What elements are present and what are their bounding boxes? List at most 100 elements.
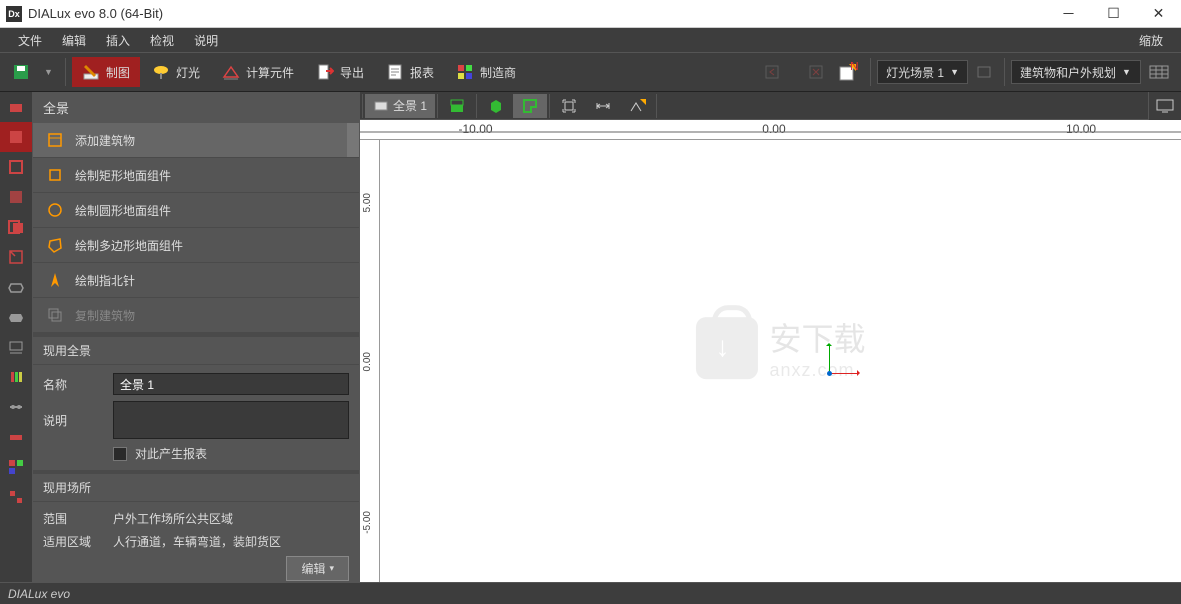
pencil-ruler-icon [82,63,100,81]
project-prev-button[interactable] [758,57,786,87]
new-project-button[interactable]: NEW [832,57,864,87]
tab-export-label: 导出 [340,64,364,81]
tab-light[interactable]: 灯光 [142,57,210,87]
rail-btn-7[interactable] [0,272,32,302]
rail-btn-3[interactable] [0,152,32,182]
fit-view-button[interactable] [552,94,586,118]
monitor-button[interactable] [1148,92,1181,120]
rail-btn-1[interactable] [0,92,32,122]
chevron-down-icon: ▼ [950,67,959,77]
edit-button[interactable]: 编辑 ▾ [286,556,349,581]
rail-btn-10[interactable] [0,362,32,392]
rail-btn-14[interactable] [0,482,32,512]
tab-calc[interactable]: 计算元件 [212,57,304,87]
menubar: 文件 编辑 插入 检视 说明 缩放 [0,28,1181,52]
rail-btn-4[interactable] [0,182,32,212]
tool-poly-ground-label: 绘制多边形地面组件 [75,237,183,254]
pano-button-label: 全景 1 [393,97,427,114]
tab-drawing-label: 制图 [106,64,130,81]
report-checkbox[interactable] [113,447,127,461]
tool-rect-ground-label: 绘制矩形地面组件 [75,167,171,184]
circle-icon [45,200,65,220]
y-axis [829,344,830,374]
view-plan-button[interactable] [513,94,547,118]
tool-poly-ground[interactable]: 绘制多边形地面组件 [33,228,359,263]
origin-dot [827,371,832,376]
titlebar: Dx DIALux evo 8.0 (64-Bit) － ☐ ✕ [0,0,1181,28]
grid-toggle-button[interactable] [1143,57,1175,87]
tab-report[interactable]: 报表 [376,57,444,87]
tool-copy-building: 复制建筑物 [33,298,359,333]
report-icon [386,63,404,81]
polygon-icon [45,235,65,255]
tool-rect-ground[interactable]: 绘制矩形地面组件 [33,158,359,193]
panel-header: 全景 [33,92,359,123]
ruler-v-tick-0: 5.00 [362,193,373,212]
close-button[interactable]: ✕ [1136,0,1181,28]
watermark: 安下载 anxz.com [695,314,865,381]
rect-icon [45,165,65,185]
measure-button[interactable] [586,94,620,118]
ruler-horizontal: -10.00 0.00 10.00 [360,120,1181,140]
tab-export[interactable]: 导出 [306,57,374,87]
chevron-down-icon: ▾ [329,563,334,574]
main-area: 全景 添加建筑物 绘制矩形地面组件 绘制圆形地面组件 绘制多边形地面组件 绘制指… [0,92,1181,582]
menu-file[interactable]: 文件 [8,29,52,52]
rail-btn-11[interactable] [0,392,32,422]
minimize-button[interactable]: － [1046,0,1091,28]
rail-btn-2[interactable] [0,122,32,152]
x-axis [829,373,859,374]
rail-btn-9[interactable] [0,332,32,362]
statusbar: DIALux evo [0,582,1181,604]
side-panel: 全景 添加建筑物 绘制矩形地面组件 绘制圆形地面组件 绘制多边形地面组件 绘制指… [33,92,360,582]
rail-btn-13[interactable] [0,452,32,482]
section-current-place-title: 现用场所 [33,474,359,502]
tab-manufacturer[interactable]: 制造商 [446,57,526,87]
rail-btn-6[interactable] [0,242,32,272]
tool-add-building[interactable]: 添加建筑物 [33,123,359,158]
view-floor-button[interactable] [440,94,474,118]
grid-icon [456,63,474,81]
tab-report-label: 报表 [410,64,434,81]
viewport[interactable]: 安下载 anxz.com [380,140,1181,582]
tool-list: 添加建筑物 绘制矩形地面组件 绘制圆形地面组件 绘制多边形地面组件 绘制指北针 … [33,123,359,333]
menu-insert[interactable]: 插入 [96,29,140,52]
desc-label: 说明 [43,412,103,429]
tab-drawing[interactable]: 制图 [72,57,140,87]
scrollbar-thumb[interactable] [347,123,359,157]
tool-circle-ground-label: 绘制圆形地面组件 [75,202,171,219]
rail-btn-12[interactable] [0,422,32,452]
pano-button[interactable]: 全景 1 [365,94,435,118]
new-view-button[interactable] [620,94,654,118]
rail-btn-5[interactable] [0,212,32,242]
tool-circle-ground[interactable]: 绘制圆形地面组件 [33,193,359,228]
scene-settings-button[interactable] [970,57,998,87]
chevron-down-icon: ▼ [1122,67,1131,77]
view-3d-button[interactable] [479,94,513,118]
menu-edit[interactable]: 编辑 [52,29,96,52]
copy-icon [45,305,65,325]
save-button[interactable] [6,57,36,87]
project-close-button[interactable] [802,57,830,87]
menu-zoom[interactable]: 缩放 [1129,29,1173,52]
tool-compass[interactable]: 绘制指北针 [33,263,359,298]
tab-calc-label: 计算元件 [246,64,294,81]
scene-dropdown[interactable]: 灯光场景 1 ▼ [877,60,968,84]
maximize-button[interactable]: ☐ [1091,0,1136,28]
svg-text:NEW: NEW [850,62,858,73]
plan-dropdown[interactable]: 建筑物和户外规划 ▼ [1011,60,1141,84]
section-current-place: 现用场所 范围 户外工作场所公共区域 适用区域 人行通道，车辆弯道，装卸货区 编… [33,474,359,582]
lamp-icon [152,63,170,81]
rail-btn-8[interactable] [0,302,32,332]
watermark-small: anxz.com [769,360,865,381]
save-icon [12,63,30,81]
menu-help[interactable]: 说明 [184,29,228,52]
scope-value: 户外工作场所公共区域 [113,510,233,527]
main-toolbar: ▼ 制图 灯光 计算元件 导出 报表 制造商 NEW 灯光场景 1 ▼ 建筑物和… [0,52,1181,92]
pano-icon [373,98,389,114]
menu-view[interactable]: 检视 [140,29,184,52]
save-dropdown[interactable]: ▼ [38,57,59,87]
name-label: 名称 [43,376,103,393]
desc-textarea[interactable] [113,401,349,439]
name-input[interactable] [113,373,349,395]
